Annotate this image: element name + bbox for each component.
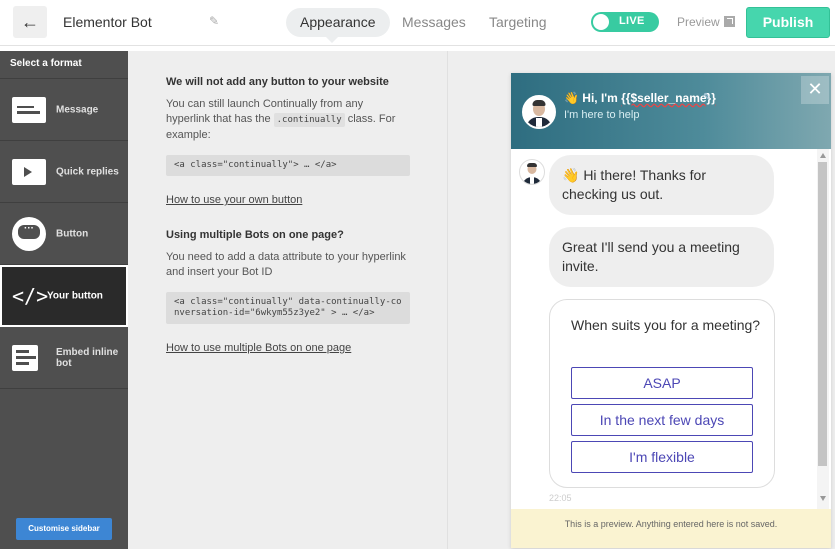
chat-bubble-icon: [12, 216, 46, 251]
bot-name[interactable]: Elementor Bot: [63, 14, 152, 30]
format-label: Quick replies: [56, 166, 119, 177]
quick-replies-icon: [12, 158, 46, 185]
option-asap-button[interactable]: ASAP: [571, 367, 753, 399]
widget-title: 👋 Hi, I'm {{$seller_name}}: [564, 91, 716, 105]
format-item-quick-replies[interactable]: Quick replies: [0, 141, 128, 203]
format-item-message[interactable]: Message: [0, 79, 128, 141]
title-prefix: 👋 Hi, I'm: [564, 91, 622, 105]
scrollbar-thumb[interactable]: [818, 162, 827, 466]
close-widget-button[interactable]: ✕: [801, 76, 829, 104]
question-text: When suits you for a meeting?: [571, 317, 761, 333]
format-label: Button: [56, 228, 89, 239]
pencil-icon[interactable]: ✎: [209, 14, 219, 28]
widget-subtitle: I'm here to help: [564, 109, 640, 121]
format-label: Embed inline bot: [56, 346, 119, 369]
tab-appearance[interactable]: Appearance: [286, 8, 390, 37]
multiple-bots-help-link[interactable]: How to use multiple Bots on one page: [166, 342, 410, 354]
pencil-icon[interactable]: ✎: [703, 92, 711, 103]
option-next-few-days-button[interactable]: In the next few days: [571, 404, 753, 436]
live-label: LIVE: [619, 15, 645, 27]
seller-name-variable: {{$seller_name}}: [621, 91, 716, 105]
agent-avatar-small: [519, 159, 545, 185]
format-sidebar: Select a format Message Quick replies Bu…: [0, 51, 128, 549]
chat-messages: 👋 Hi there! Thanks for checking us out. …: [511, 149, 831, 509]
back-button[interactable]: ←: [13, 6, 47, 38]
code-snippet[interactable]: <a class="continually" data-continually-…: [166, 292, 410, 324]
embed-inline-icon: [12, 344, 38, 371]
customise-sidebar-button[interactable]: Customise sidebar: [16, 518, 112, 540]
tab-messages[interactable]: Messages: [388, 8, 480, 37]
own-button-section: We will not add any button to your websi…: [166, 76, 410, 206]
format-item-your-button[interactable]: </> Your button: [0, 265, 128, 327]
option-flexible-button[interactable]: I'm flexible: [571, 441, 753, 473]
chat-message: Great I'll send you a meeting invite.: [549, 227, 774, 287]
format-label: Message: [56, 104, 99, 115]
format-item-embed-inline-bot[interactable]: Embed inline bot: [0, 327, 128, 389]
publish-button[interactable]: Publish: [746, 7, 830, 38]
code-icon: </>: [12, 284, 49, 308]
section-title: Using multiple Bots on one page?: [166, 229, 344, 241]
preview-link[interactable]: Preview: [677, 15, 735, 29]
top-bar: ← Elementor Bot ✎ Appearance Messages Ta…: [0, 0, 835, 46]
multiple-bots-section: Using multiple Bots on one page? You nee…: [166, 229, 410, 354]
section-title: We will not add any button to your websi…: [166, 76, 389, 88]
toggle-knob: [593, 14, 609, 30]
format-label: Your button: [47, 290, 103, 302]
chat-widget-preview: 👋 Hi, I'm {{$seller_name}} ✎ I'm here to…: [511, 73, 831, 548]
code-snippet[interactable]: <a class="continually"> … </a>: [166, 155, 410, 176]
format-details-panel: We will not add any button to your websi…: [128, 51, 448, 549]
active-tab-caret: [325, 36, 339, 43]
tab-targeting[interactable]: Targeting: [475, 8, 561, 37]
message-timestamp: 22:05: [549, 493, 572, 503]
preview-label: Preview: [677, 15, 720, 29]
format-item-button[interactable]: Button: [0, 203, 128, 265]
widget-header: 👋 Hi, I'm {{$seller_name}} ✎ I'm here to…: [511, 73, 831, 149]
chat-message: 👋 Hi there! Thanks for checking us out.: [549, 155, 774, 215]
external-link-icon: [723, 16, 735, 27]
scroll-down-arrow-icon[interactable]: [820, 496, 826, 501]
back-arrow-icon: ←: [21, 11, 39, 32]
own-button-help-link[interactable]: How to use your own button: [166, 194, 410, 206]
preview-notice: This is a preview. Anything entered here…: [511, 509, 831, 548]
scroll-up-arrow-icon[interactable]: [820, 153, 826, 158]
inline-code: .continually: [273, 113, 345, 127]
section-text: You can still launch Continually from an…: [166, 97, 410, 143]
sidebar-header: Select a format: [0, 51, 128, 79]
live-toggle[interactable]: LIVE: [591, 12, 659, 32]
preview-area: 👋 Hi, I'm {{$seller_name}} ✎ I'm here to…: [448, 51, 835, 549]
agent-avatar: [522, 95, 556, 129]
message-format-icon: [12, 96, 46, 123]
section-text: You need to add a data attribute to your…: [166, 251, 406, 278]
question-card: When suits you for a meeting? ASAP In th…: [549, 299, 775, 488]
